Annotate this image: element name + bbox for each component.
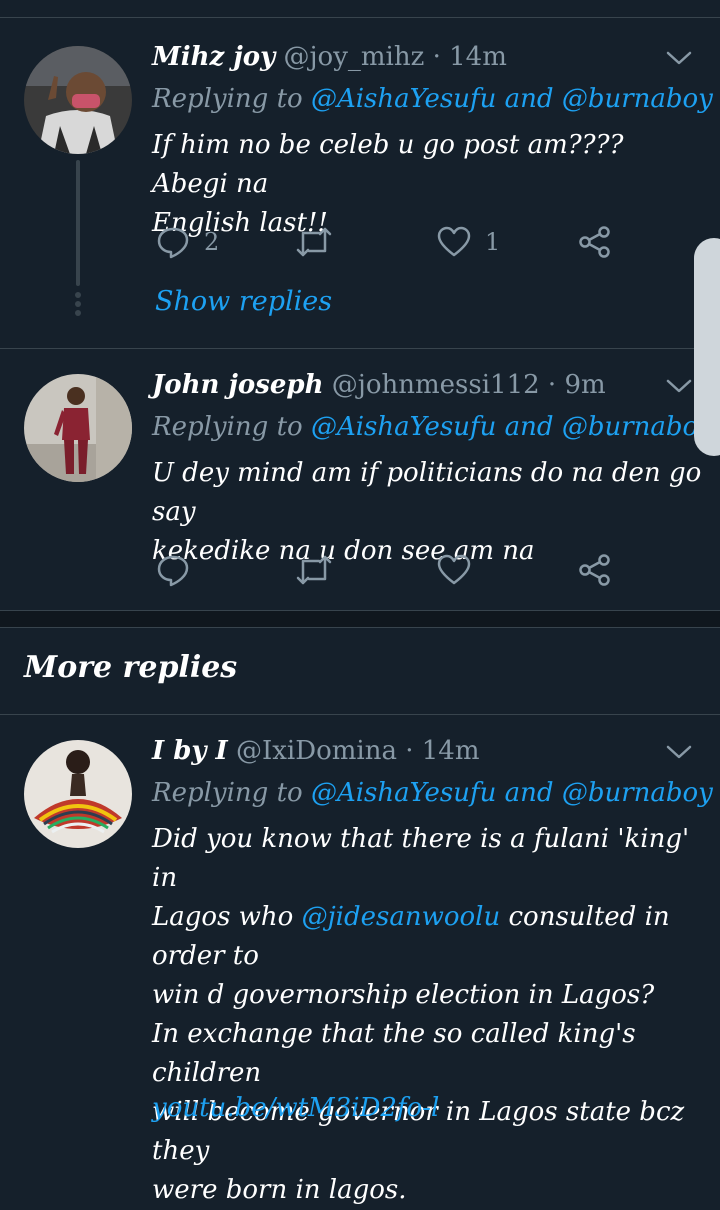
replying-and: and <box>504 412 554 442</box>
share-button[interactable] <box>578 550 612 590</box>
tweet-text-line: win d governorship election in Lagos? <box>152 980 655 1010</box>
tweet-text: Did you know that there is a fulani 'kin… <box>152 820 704 1210</box>
share-button[interactable] <box>578 222 612 262</box>
tweet-text-line: If him no be celeb u go post am???? Abeg… <box>152 130 624 199</box>
avatar[interactable] <box>24 46 132 154</box>
reply-button[interactable] <box>156 550 190 590</box>
avatar-image <box>24 46 132 154</box>
heart-icon <box>437 226 471 257</box>
heart-icon <box>437 554 471 585</box>
tweet-text-line: Lagos who @jidesanwoolu consulted in ord… <box>152 898 704 976</box>
separator: · <box>547 370 557 400</box>
share-icon <box>579 226 610 258</box>
avatar[interactable] <box>24 740 132 848</box>
replying-prefix: Replying to <box>152 778 303 808</box>
like-count: 1 <box>485 228 501 256</box>
tweet-text-line: Did you know that there is a fulani 'kin… <box>152 824 690 893</box>
mention-link[interactable]: @AishaYesufu <box>311 778 496 808</box>
user-handle[interactable]: @johnmessi112 <box>332 370 540 400</box>
tweet-text-line: were born in lagos. <box>152 1175 407 1205</box>
timestamp[interactable]: 14m <box>449 42 507 72</box>
display-name[interactable]: I by I <box>152 736 228 766</box>
retweet-button[interactable] <box>295 550 333 590</box>
share-icon <box>579 554 610 586</box>
retweet-icon <box>296 555 332 585</box>
tweet-text-line: U dey mind am if politicians do na den g… <box>152 458 702 527</box>
avatar[interactable] <box>24 374 132 482</box>
divider <box>0 348 720 349</box>
top-divider <box>0 17 720 18</box>
display-name[interactable]: John joseph <box>152 370 324 400</box>
section-gap <box>0 610 720 627</box>
mention-link[interactable]: @burnaboy <box>562 84 713 114</box>
replying-to: Replying to @AishaYesufu and @burnaboy <box>152 84 713 114</box>
tweet-actions: 2 1 <box>152 222 632 262</box>
timestamp[interactable]: 14m <box>422 736 480 766</box>
tweet-text-line: In exchange that the so called king's ch… <box>152 1019 636 1088</box>
replying-prefix: Replying to <box>152 412 303 442</box>
user-handle[interactable]: @IxiDomina <box>236 736 397 766</box>
tweet-header: John joseph @johnmessi112 · 9m <box>152 370 606 400</box>
timestamp[interactable]: 9m <box>564 370 605 400</box>
mention-link[interactable]: @burnaboy <box>562 412 713 442</box>
divider <box>0 610 720 611</box>
tweet-link[interactable]: youtu.be/wtM3iD2fo-l <box>152 1093 439 1123</box>
separator: · <box>405 736 414 766</box>
reply-button[interactable]: 2 <box>156 222 219 262</box>
replying-to: Replying to @AishaYesufu and @burnaboy <box>152 412 713 442</box>
chevron-down-icon[interactable] <box>664 376 694 396</box>
divider <box>0 714 720 715</box>
chevron-down-icon[interactable] <box>664 48 694 68</box>
retweet-button[interactable] <box>295 222 333 262</box>
thread-dots <box>75 292 81 319</box>
section-heading-more-replies: More replies <box>24 650 238 685</box>
separator: · <box>432 42 441 72</box>
tweet-header: I by I @IxiDomina · 14m <box>152 736 480 766</box>
show-replies-link[interactable]: Show replies <box>155 286 332 317</box>
tweet-header: Mihz joy @joy_mihz · 14m <box>152 42 507 72</box>
reply-count: 2 <box>204 228 220 256</box>
mention-link[interactable]: @AishaYesufu <box>311 412 496 442</box>
replying-prefix: Replying to <box>152 84 303 114</box>
like-button[interactable]: 1 <box>437 222 500 262</box>
divider <box>0 627 720 628</box>
replying-and: and <box>504 778 554 808</box>
mention-link[interactable]: @AishaYesufu <box>311 84 496 114</box>
thread-connector <box>76 160 80 286</box>
tweet-actions <box>152 550 632 590</box>
reply-icon <box>157 227 189 259</box>
retweet-icon <box>296 227 332 257</box>
like-button[interactable] <box>437 550 471 590</box>
tweet-text-segment: Lagos who <box>152 902 294 932</box>
user-handle[interactable]: @joy_mihz <box>284 42 425 72</box>
replying-to: Replying to @AishaYesufu and @burnaboy <box>152 778 713 808</box>
scroll-handle[interactable] <box>694 238 720 456</box>
display-name[interactable]: Mihz joy <box>152 42 275 72</box>
reply-icon <box>157 555 189 587</box>
chevron-down-icon[interactable] <box>664 742 694 762</box>
avatar-image <box>24 740 132 848</box>
mention-link[interactable]: @burnaboy <box>562 778 713 808</box>
mention-link[interactable]: @jidesanwoolu <box>302 902 501 932</box>
replying-and: and <box>504 84 554 114</box>
avatar-image <box>24 374 132 482</box>
